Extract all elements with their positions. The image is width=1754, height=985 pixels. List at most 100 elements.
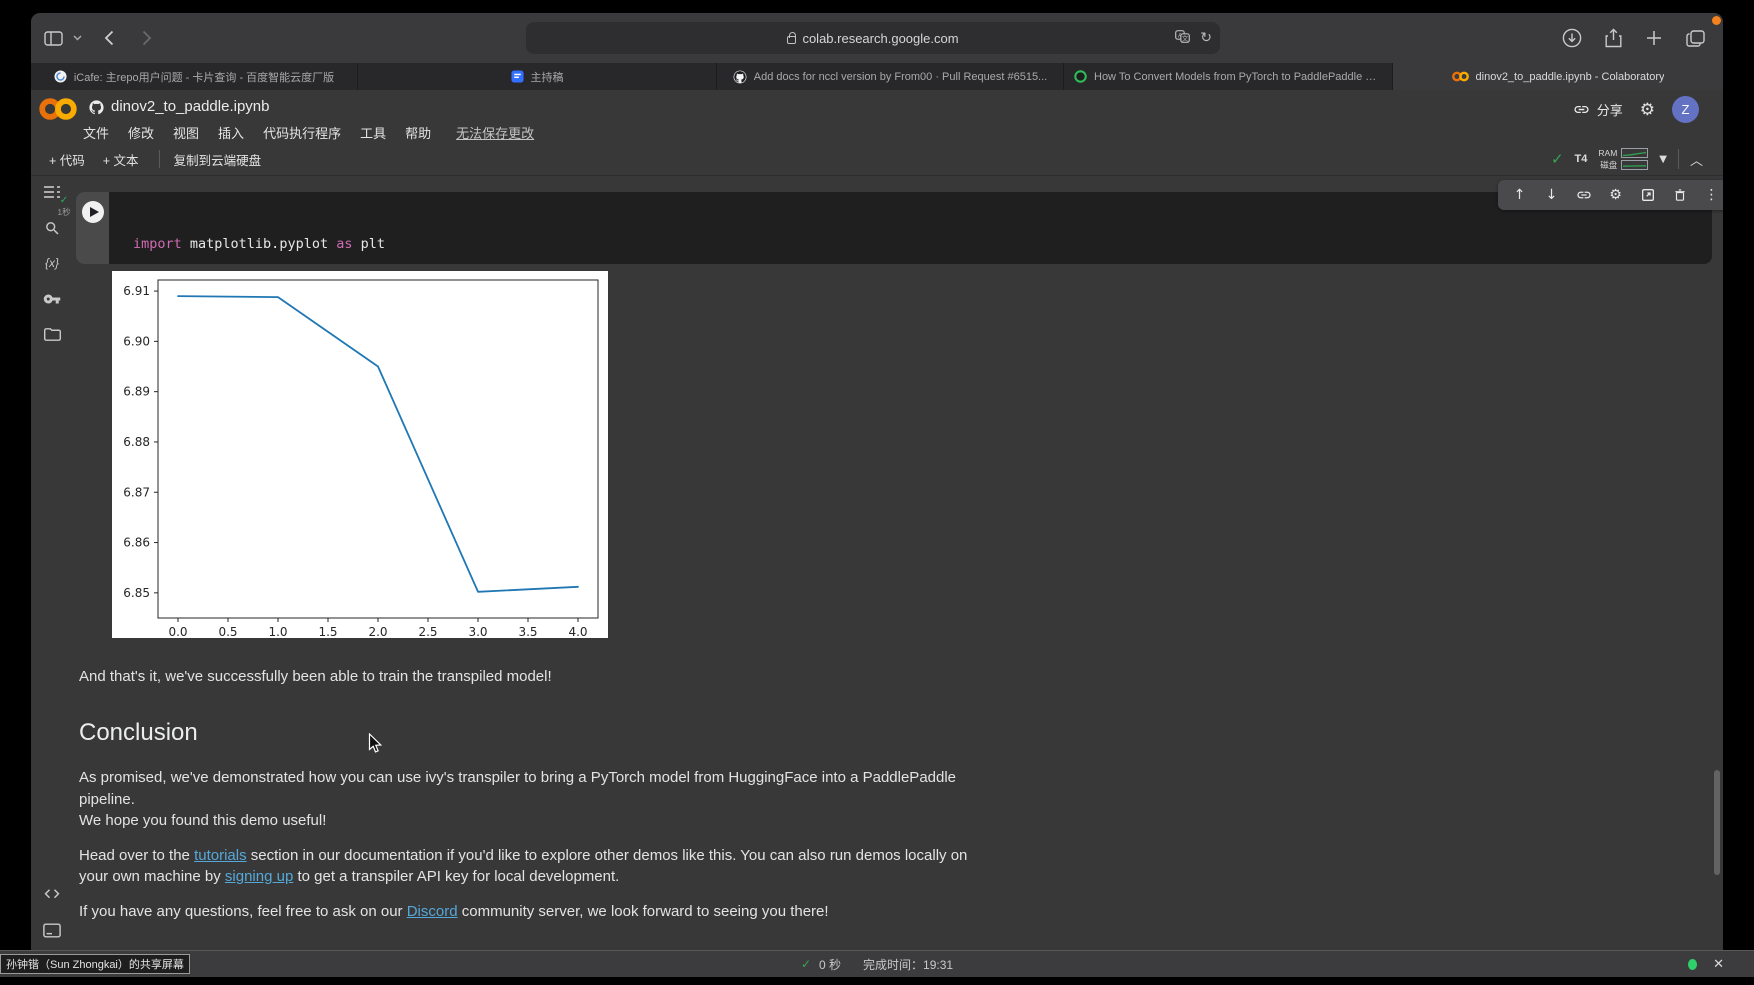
sidebar-chevron-down-icon[interactable] xyxy=(71,26,83,50)
forward-button[interactable] xyxy=(135,26,159,50)
menu-insert[interactable]: 插入 xyxy=(218,123,244,142)
tutorials-link[interactable]: tutorials xyxy=(194,847,247,864)
svg-text:6.87: 6.87 xyxy=(123,485,150,499)
cell-execution-status: ✓ 1秒 xyxy=(53,196,75,218)
svg-text:4.0: 4.0 xyxy=(568,625,587,638)
toolbar-divider xyxy=(159,150,160,168)
address-bar[interactable]: colab.research.google.com A文 ↻ xyxy=(526,22,1220,54)
menu-file[interactable]: 文件 xyxy=(83,123,109,142)
secrets-key-icon[interactable] xyxy=(41,288,63,310)
copy-to-drive-button[interactable]: 复制到云端硬盘 xyxy=(174,150,262,169)
delete-cell-button[interactable] xyxy=(1671,187,1688,204)
paragraph-1-text: As promised, we've demonstrated how you … xyxy=(79,769,956,808)
code-snippets-icon[interactable] xyxy=(41,882,63,904)
browser-window: colab.research.google.com A文 ↻ xyxy=(31,13,1723,950)
variables-icon[interactable]: {x} xyxy=(41,252,63,274)
add-code-button[interactable]: + 代码 xyxy=(49,150,85,169)
scrollbar-thumb[interactable] xyxy=(1714,770,1720,875)
icafe-favicon xyxy=(54,70,67,83)
menu-edit[interactable]: 修改 xyxy=(128,123,154,142)
after-plot-text: And that's it, we've successfully been a… xyxy=(79,666,979,688)
move-cell-up-button[interactable]: ↑ xyxy=(1511,187,1528,204)
svg-text:3.5: 3.5 xyxy=(518,625,537,638)
status-check-icon: ✓ xyxy=(801,957,811,971)
ivy-favicon xyxy=(1074,70,1087,83)
search-icon[interactable] xyxy=(41,217,63,239)
menubar: 文件 修改 视图 插入 代码执行程序 工具 帮助 无法保存更改 xyxy=(83,123,534,142)
colab-favicon xyxy=(1452,71,1469,82)
close-statusbar-button[interactable]: ✕ xyxy=(1713,956,1724,972)
menu-tools[interactable]: 工具 xyxy=(360,123,386,142)
files-folder-icon[interactable] xyxy=(41,323,63,345)
svg-text:2.0: 2.0 xyxy=(368,625,387,638)
execution-status: ✓ 0 秒 完成时间：19:31 xyxy=(0,951,1754,977)
code-editor[interactable]: import matplotlib.pyplot as plt plt.plot… xyxy=(109,192,385,264)
run-cell-button[interactable] xyxy=(82,201,104,223)
avatar[interactable]: Z xyxy=(1672,96,1699,123)
tab-colab-active[interactable]: dinov2_to_paddle.ipynb - Colaboratory xyxy=(1393,63,1723,90)
svg-text:文: 文 xyxy=(1182,34,1189,43)
share-icon[interactable] xyxy=(1601,26,1625,50)
menu-help[interactable]: 帮助 xyxy=(405,123,431,142)
tab-overview-icon[interactable] xyxy=(1683,26,1707,50)
notebook-title[interactable]: dinov2_to_paddle.ipynb xyxy=(111,98,269,115)
doc-favicon xyxy=(511,70,524,83)
conclusion-heading: Conclusion xyxy=(79,722,979,744)
settings-gear-icon[interactable]: ⚙ xyxy=(1640,100,1655,120)
tab-github-pr[interactable]: Add docs for nccl version by From00 · Pu… xyxy=(717,63,1064,90)
translate-icon[interactable]: A文 xyxy=(1175,30,1190,46)
menu-runtime[interactable]: 代码执行程序 xyxy=(263,123,341,142)
share-button[interactable]: 分享 xyxy=(1573,100,1623,119)
code-line: import matplotlib.pyplot as plt xyxy=(133,236,385,254)
terminal-icon[interactable] xyxy=(41,919,63,941)
resources-chevron-down-icon[interactable]: ▼ xyxy=(1659,154,1667,165)
toolbar-divider xyxy=(1678,149,1679,169)
paragraph-1-line2: We hope you found this demo useful! xyxy=(79,812,326,829)
svg-text:6.85: 6.85 xyxy=(123,586,150,600)
colab-logo xyxy=(39,97,77,126)
move-cell-down-button[interactable]: ↓ xyxy=(1543,187,1560,204)
svg-text:6.89: 6.89 xyxy=(123,385,150,399)
bottom-status-bar: 孙钟锴（Sun Zhongkai）的共享屏幕 ✓ 0 秒 完成时间：19:31 … xyxy=(0,950,1754,977)
back-button[interactable] xyxy=(97,26,121,50)
tab-label: Add docs for nccl version by From00 · Pu… xyxy=(754,71,1047,83)
more-actions-button[interactable]: ⋮ xyxy=(1703,187,1720,204)
paragraph-2-text: Head over to the xyxy=(79,847,194,864)
add-text-button[interactable]: + 文本 xyxy=(103,150,139,169)
tab-label: How To Convert Models from PyTorch to Pa… xyxy=(1094,71,1382,83)
cell-success-check-icon: ✓ xyxy=(53,196,75,206)
mirror-cell-button[interactable] xyxy=(1639,187,1656,204)
tab-ivy-docs[interactable]: How To Convert Models from PyTorch to Pa… xyxy=(1064,63,1393,90)
sidebar-toggle-icon[interactable] xyxy=(41,26,65,50)
svg-text:1.0: 1.0 xyxy=(268,625,287,638)
url-text: colab.research.google.com xyxy=(802,31,958,46)
left-sidebar: {x} xyxy=(31,176,77,950)
collapse-toolbar-icon[interactable]: ︿ xyxy=(1690,150,1703,169)
svg-text:0.5: 0.5 xyxy=(218,625,237,638)
svg-text:0.0: 0.0 xyxy=(168,625,187,638)
svg-text:1.5: 1.5 xyxy=(318,625,337,638)
svg-text:3.0: 3.0 xyxy=(468,625,487,638)
signing-up-link[interactable]: signing up xyxy=(225,868,293,885)
cell-settings-gear-icon[interactable]: ⚙ xyxy=(1607,187,1624,204)
new-tab-icon[interactable] xyxy=(1642,26,1666,50)
discord-link[interactable]: Discord xyxy=(407,903,458,920)
resource-gauge[interactable]: RAM 磁盘 xyxy=(1598,148,1648,171)
svg-text:6.86: 6.86 xyxy=(123,536,150,550)
loss-curve-chart: 6.856.866.876.886.896.906.910.00.51.01.5… xyxy=(112,271,608,638)
tab-label: iCafe: 主repo用户问题 - 卡片查询 - 百度智能云度厂版 xyxy=(74,69,334,85)
disk-usage-sparkline xyxy=(1621,160,1648,170)
connected-check-icon: ✓ xyxy=(1551,150,1564,168)
reload-icon[interactable]: ↻ xyxy=(1200,30,1212,46)
svg-text:6.91: 6.91 xyxy=(123,284,150,298)
github-icon[interactable] xyxy=(88,99,105,121)
cell-run-column xyxy=(76,192,109,264)
cell-link-button[interactable] xyxy=(1575,187,1592,204)
unsaved-changes-link[interactable]: 无法保存更改 xyxy=(456,123,534,142)
tab-doc[interactable]: 主持稿 xyxy=(358,63,717,90)
tab-icafe[interactable]: iCafe: 主repo用户问题 - 卡片查询 - 百度智能云度厂版 xyxy=(31,63,358,90)
menu-view[interactable]: 视图 xyxy=(173,123,199,142)
cell-toolbar: ↑ ↓ ⚙ ⋮ xyxy=(1498,180,1723,210)
markdown-section: And that's it, we've successfully been a… xyxy=(79,653,979,935)
downloads-icon[interactable] xyxy=(1560,26,1584,50)
